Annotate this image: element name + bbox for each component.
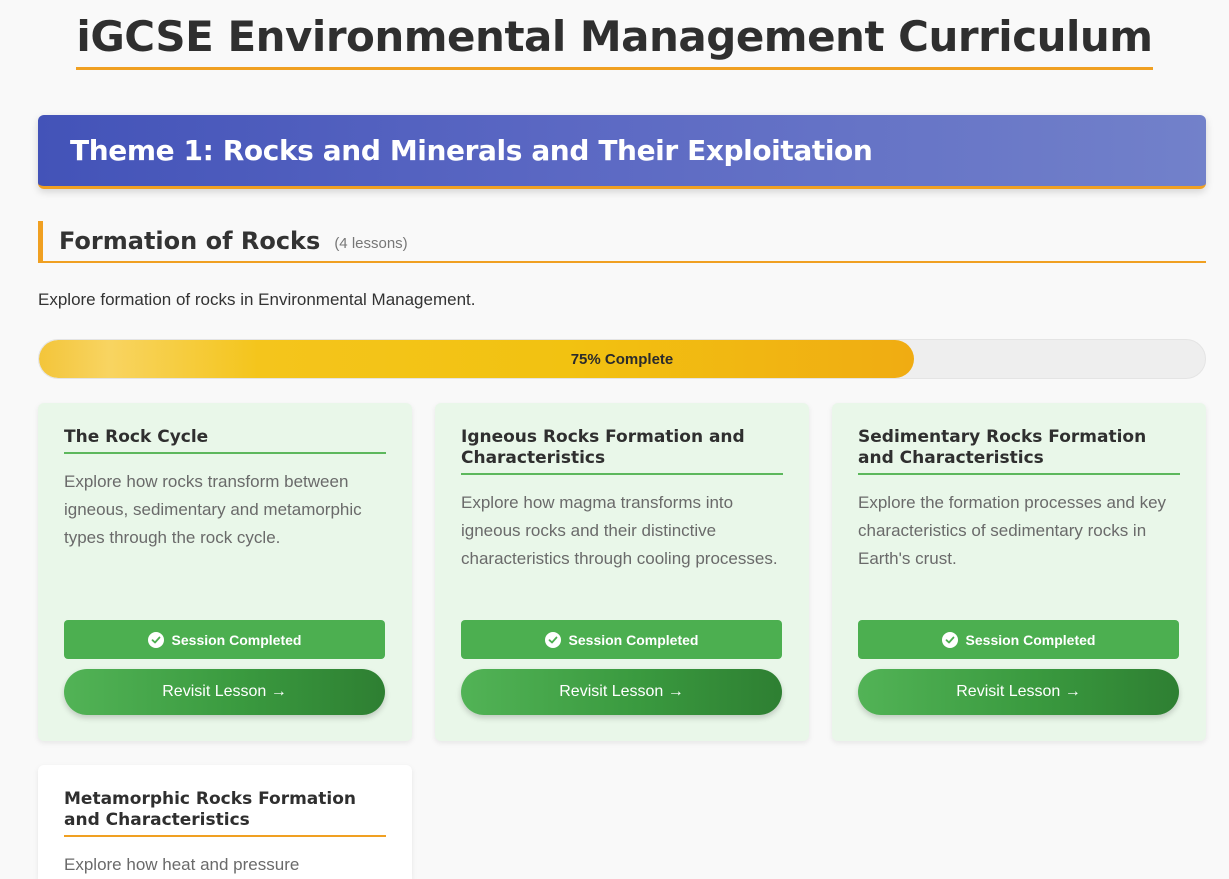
lesson-card-igneous-rocks: Igneous Rocks Formation and Characterist… <box>435 403 809 741</box>
session-completed-badge: Session Completed <box>64 620 385 659</box>
lesson-description: Explore the formation processes and key … <box>858 493 1167 568</box>
lesson-card-metamorphic-rocks: Metamorphic Rocks Formation and Characte… <box>38 765 412 879</box>
lesson-description: Explore how magma transforms into igneou… <box>461 493 778 568</box>
revisit-lesson-button[interactable]: Revisit Lesson → <box>858 669 1179 715</box>
check-circle-icon <box>147 631 164 648</box>
status-label: Session Completed <box>965 631 1096 648</box>
session-completed-badge: Session Completed <box>858 620 1179 659</box>
lesson-card-sedimentary-rocks: Sedimentary Rocks Formation and Characte… <box>832 403 1206 741</box>
status-label: Session Completed <box>568 631 699 648</box>
curriculum-page: iGCSE Environmental Management Curriculu… <box>0 0 1229 879</box>
lesson-title: The Rock Cycle <box>64 427 386 454</box>
lesson-title: Igneous Rocks Formation and Characterist… <box>461 427 783 475</box>
section-header: Formation of Rocks (4 lessons) <box>38 221 1206 263</box>
lesson-title: Metamorphic Rocks Formation and Characte… <box>64 789 386 837</box>
session-completed-badge: Session Completed <box>461 620 782 659</box>
theme-title: Theme 1: Rocks and Minerals and Their Ex… <box>70 134 873 167</box>
lesson-count: (4 lessons) <box>334 234 408 252</box>
header: iGCSE Environmental Management Curriculu… <box>0 12 1229 70</box>
lesson-description: Explore how rocks transform between igne… <box>64 472 362 547</box>
lesson-description: Explore how heat and pressure <box>64 855 300 874</box>
theme-banner: Theme 1: Rocks and Minerals and Their Ex… <box>38 115 1206 189</box>
section-title: Formation of Rocks <box>59 227 321 255</box>
status-label: Session Completed <box>171 631 302 648</box>
page-title: iGCSE Environmental Management Curriculu… <box>76 12 1153 70</box>
lesson-title: Sedimentary Rocks Formation and Characte… <box>858 427 1180 475</box>
check-circle-icon <box>941 631 958 648</box>
progress-bar: 75% Complete <box>38 339 1206 379</box>
revisit-lesson-button[interactable]: Revisit Lesson → <box>461 669 782 715</box>
progress-label: 75% Complete <box>570 350 674 368</box>
lesson-card-rock-cycle: The Rock Cycle Explore how rocks transfo… <box>38 403 412 741</box>
check-circle-icon <box>544 631 561 648</box>
revisit-lesson-button[interactable]: Revisit Lesson → <box>64 669 385 715</box>
section-description: Explore formation of rocks in Environmen… <box>38 290 476 309</box>
